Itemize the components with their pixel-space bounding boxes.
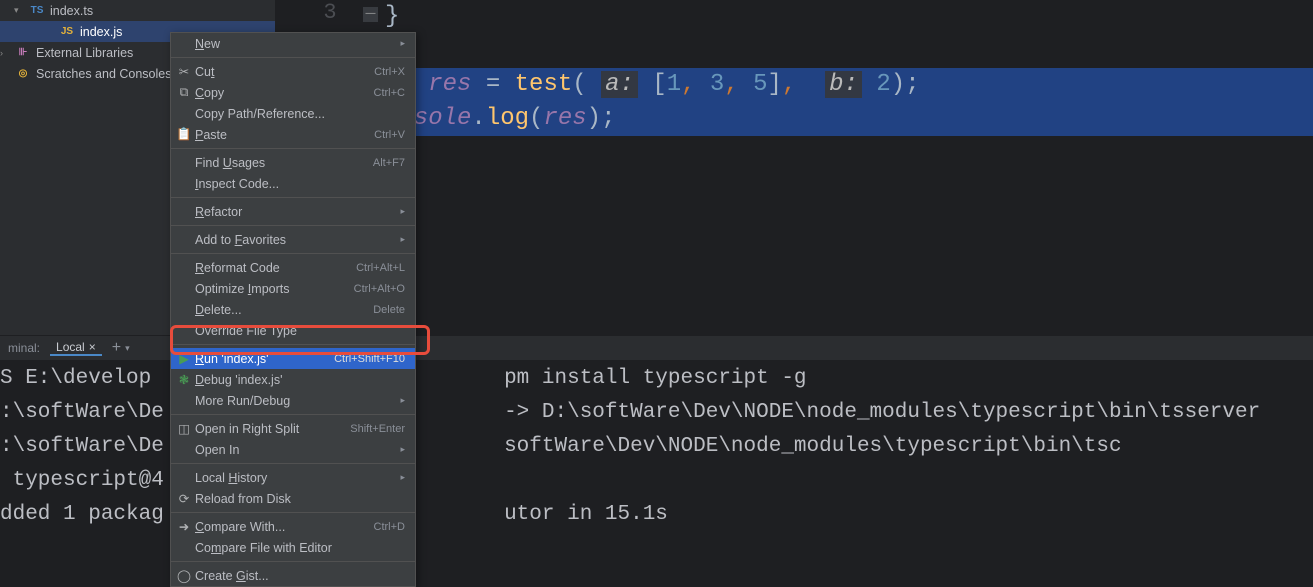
terminal-tab-local[interactable]: Local × <box>50 340 102 356</box>
menu-item[interactable]: Compare File with Editor <box>171 537 415 558</box>
menu-item[interactable]: ➜Compare With...Ctrl+D <box>171 516 415 537</box>
menu-item[interactable]: Local History▸ <box>171 467 415 488</box>
menu-item[interactable]: More Run/Debug▸ <box>171 390 415 411</box>
menu-item[interactable]: ◯Create Gist... <box>171 565 415 586</box>
close-icon[interactable]: × <box>89 340 96 354</box>
menu-item[interactable]: Delete...Delete <box>171 299 415 320</box>
menu-item[interactable]: ⟳Reload from Disk <box>171 488 415 509</box>
menu-item[interactable]: ✂CutCtrl+X <box>171 61 415 82</box>
menu-item[interactable]: ❃Debug 'index.js' <box>171 369 415 390</box>
code-area[interactable]: }et res = test( a: [1, 3, 5], b: 2);onso… <box>385 0 1313 335</box>
menu-item[interactable]: Copy Path/Reference... <box>171 103 415 124</box>
tree-item[interactable]: ▾TSindex.ts <box>0 0 275 21</box>
menu-item[interactable]: Add to Favorites▸ <box>171 229 415 250</box>
menu-item[interactable]: Optimize ImportsCtrl+Alt+O <box>171 278 415 299</box>
menu-item[interactable]: Find UsagesAlt+F7 <box>171 152 415 173</box>
menu-item[interactable]: ⧉CopyCtrl+C <box>171 82 415 103</box>
menu-item[interactable]: ▶Run 'index.js'Ctrl+Shift+F10 <box>171 348 415 369</box>
menu-item[interactable]: 📋PasteCtrl+V <box>171 124 415 145</box>
menu-item[interactable]: Refactor▸ <box>171 201 415 222</box>
menu-item[interactable]: Inspect Code... <box>171 173 415 194</box>
add-terminal-button[interactable]: + <box>112 339 121 357</box>
menu-item[interactable]: New▸ <box>171 33 415 54</box>
menu-item[interactable]: ◫Open in Right SplitShift+Enter <box>171 418 415 439</box>
context-menu: New▸ ✂CutCtrl+X⧉CopyCtrl+CCopy Path/Refer… <box>170 32 416 587</box>
terminal-title: minal: <box>8 341 40 355</box>
chevron-down-icon[interactable]: ▾ <box>125 343 130 354</box>
editor-pane: 3 — }et res = test( a: [1, 3, 5], b: 2);… <box>275 0 1313 335</box>
fold-icon[interactable]: — <box>363 7 378 22</box>
menu-item[interactable]: Reformat CodeCtrl+Alt+L <box>171 257 415 278</box>
menu-item[interactable]: Override File Type <box>171 320 415 341</box>
menu-item[interactable]: Open In▸ <box>171 439 415 460</box>
